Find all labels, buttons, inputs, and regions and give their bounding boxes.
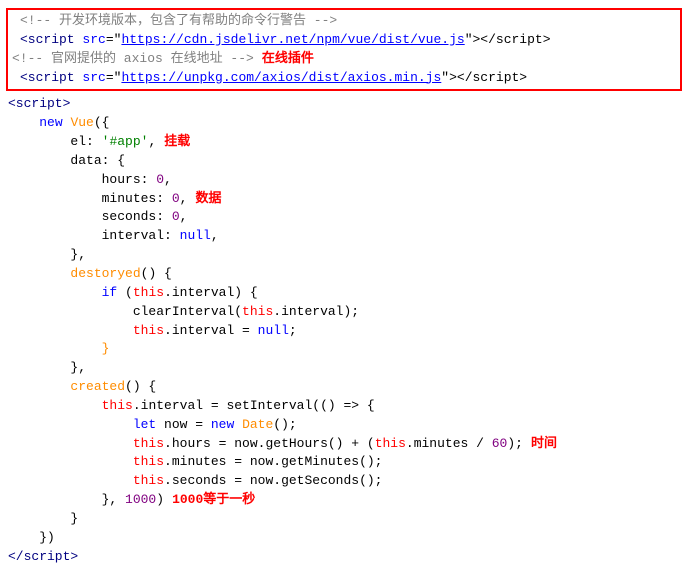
script-close: </script>	[0, 548, 688, 567]
minutes-set-line: this.minutes = now.getMinutes();	[0, 453, 688, 472]
destoryed-close: },	[0, 359, 688, 378]
code-container: <!-- 开发环境版本，包含了有帮助的命令行警告 --> <script src…	[0, 0, 688, 571]
annotation-1000: 1000等于一秒	[172, 491, 255, 510]
created-open: created() {	[0, 378, 688, 397]
annotation-data: 数据	[195, 190, 221, 209]
data-close: },	[0, 246, 688, 265]
let-now: let now = new Date();	[0, 416, 688, 435]
seconds-set-line: this.seconds = now.getSeconds();	[0, 472, 688, 491]
comment-line-2: <!-- 官网提供的 axios 在线地址 --> 在线插件	[12, 50, 676, 69]
data-open: data: {	[0, 152, 688, 171]
script-axios-line: <script src="https://unpkg.com/axios/dis…	[12, 69, 676, 88]
vue-close: })	[0, 529, 688, 548]
seconds-line: seconds: 0,	[0, 208, 688, 227]
if-interval: if (this.interval) {	[0, 284, 688, 303]
hours-line: hours: 0,	[0, 171, 688, 190]
set-interval-close: }, 1000) 1000等于一秒	[0, 491, 688, 510]
annotation-time: 时间	[531, 435, 557, 454]
clear-interval: clearInterval(this.interval);	[0, 303, 688, 322]
comment1: <!-- 开发环境版本，包含了有帮助的命令行警告 -->	[20, 13, 337, 28]
annotation-mount: 挂载	[164, 133, 190, 152]
destoryed-open: destoryed() {	[0, 265, 688, 284]
hours-set-line: this.hours = now.getHours() + (this.minu…	[0, 435, 688, 454]
set-interval-open: this.interval = setInterval(() => {	[0, 397, 688, 416]
script-open: <script>	[0, 95, 688, 114]
el-line: el: '#app', 挂载	[0, 133, 688, 152]
created-close: }	[0, 510, 688, 529]
annotation-online: 在线插件	[262, 50, 314, 69]
new-vue: new Vue({	[0, 114, 688, 133]
comment-line-1: <!-- 开发环境版本，包含了有帮助的命令行警告 -->	[12, 12, 676, 31]
null-interval: this.interval = null;	[0, 322, 688, 341]
interval-line: interval: null,	[0, 227, 688, 246]
script-tag-open: <script	[20, 32, 82, 47]
script-vue-line: <script src="https://cdn.jsdelivr.net/np…	[12, 31, 676, 50]
minutes-line: minutes: 0, 数据	[0, 190, 688, 209]
if-close: }	[0, 340, 688, 359]
